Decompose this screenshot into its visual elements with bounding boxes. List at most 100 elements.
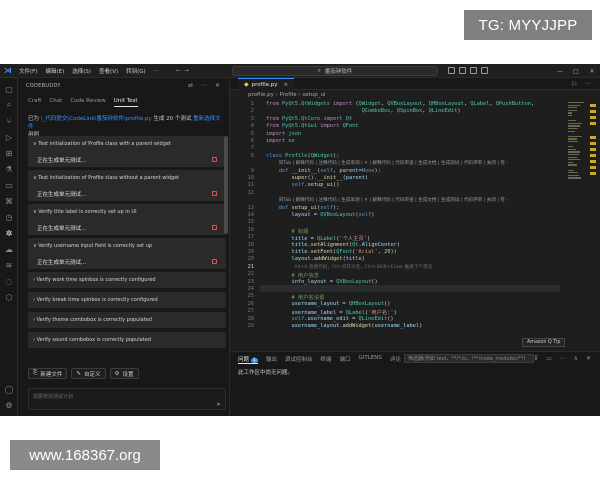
minimize-button[interactable]: — [552, 68, 568, 75]
minimap-line [568, 164, 577, 166]
tab-unit-test[interactable]: Unit Test [113, 98, 138, 107]
files-icon[interactable]: ▢ [0, 82, 18, 96]
send-icon[interactable]: ➤ [216, 401, 221, 408]
customize-layout-icon[interactable] [481, 67, 488, 74]
settings-button[interactable]: ⚙ 设置 [109, 368, 139, 379]
line-number: 20 [247, 256, 254, 263]
back-arrow-icon[interactable]: ← [176, 67, 184, 74]
stop-generation-icon[interactable] [212, 225, 217, 230]
docker-icon[interactable]: ☁ [0, 242, 18, 256]
minimap-line [568, 159, 580, 161]
line-number: 3 [250, 115, 254, 122]
panel-tab-terminal[interactable]: 终端 [320, 355, 331, 364]
close-window-button[interactable]: ✕ [584, 68, 600, 75]
test-case-card[interactable]: › Verify theme combobox is correctly pop… [28, 312, 226, 328]
test-case-card[interactable]: › Verify sound combobox is correctly pop… [28, 332, 226, 348]
panel-tab-gitlens[interactable]: GITLENS [358, 355, 381, 364]
line-number: 13 [247, 204, 254, 211]
stop-generation-icon[interactable] [212, 157, 217, 162]
panel-tab-debug-console[interactable]: 调试控制台 [285, 355, 313, 364]
line-code: class Profile(QWidget): [266, 152, 340, 159]
toggle-panel-icon[interactable] [459, 67, 466, 74]
account-icon[interactable]: ◯ [0, 382, 18, 396]
source-control-icon[interactable]: ⑂ [0, 114, 18, 128]
sidebar-actions: ⎘ 新建文件 ✎ 自定义 ⚙ 设置 [28, 368, 139, 379]
screenshot-stage: TG: MYYJJPP ⋊ 文件(F) 编辑(E) 选择(S) 查看(V) 转到… [0, 0, 600, 480]
code-line: 同Tab | 解释代码 | 注释代码 | 生成单测 | ✕ | 解释代码 | 代… [230, 160, 570, 167]
test-flask-icon[interactable]: ⚗ [0, 162, 18, 176]
overview-ruler-mark [590, 116, 596, 119]
menu-bar: 文件(F) 编辑(E) 选择(S) 查看(V) 转到(G) … [16, 67, 162, 75]
minimap[interactable] [568, 102, 586, 352]
remote-explorer-icon[interactable]: ▭ [0, 178, 18, 192]
settings-gear-icon[interactable]: ⚙ [0, 398, 18, 412]
codebuddy-icon[interactable]: ✲ [0, 226, 18, 240]
chat-icon[interactable]: ◌ [0, 274, 18, 288]
telegram-watermark: TG: MYYJJPP [464, 10, 592, 40]
panel-tab-ports[interactable]: 端口 [339, 355, 350, 364]
stop-generation-icon[interactable] [212, 191, 217, 196]
new-file-button[interactable]: ⎘ 新建文件 [28, 368, 68, 379]
test-case-card[interactable]: ∨ Verify title label is correctly set up… [28, 204, 226, 235]
forward-arrow-icon[interactable]: → [184, 67, 192, 74]
editor-area: ◆ profile.py × ▷ ⋯ profile.py › Profile … [230, 78, 600, 416]
stop-generation-icon[interactable] [212, 259, 217, 264]
line-number: 18 [247, 241, 254, 248]
timeline-icon[interactable]: ◷ [0, 210, 18, 224]
toggle-secondary-sidebar-icon[interactable] [470, 67, 477, 74]
test-case-card[interactable]: › Verify work time spinbox is correctly … [28, 272, 226, 288]
command-center-search[interactable]: ⌕ 番茄钟软件 [232, 66, 438, 76]
editor-tab-profile[interactable]: ◆ profile.py × [238, 78, 295, 90]
minimap-line [568, 109, 577, 111]
menu-view[interactable]: 查看(V) [96, 67, 121, 75]
sidebar-header-icons[interactable]: ⇄ ⋯ ✕ [188, 82, 223, 89]
menu-edit[interactable]: 编辑(E) [42, 67, 67, 75]
toggle-sidebar-icon[interactable] [448, 67, 455, 74]
test-list-scrollbar[interactable] [224, 136, 228, 234]
problems-filter-input[interactable]: 筛选器(例如 text、**/*.ts、!**/node_modules/**) [404, 354, 534, 363]
line-number: 16 [247, 226, 254, 233]
editor-tab-bar: ◆ profile.py × ▷ ⋯ [230, 78, 600, 90]
graph-icon[interactable]: ⌘ [0, 194, 18, 208]
target-file-link[interactable]: \_代码提交\CodeLink\番茄钟软件\profile.py [41, 116, 152, 122]
code-line: 1 from PyQt5.QtWidgets import (QWidget, Q… [230, 101, 570, 108]
search-activity-icon[interactable]: ⌕ [0, 98, 18, 112]
panel-tab-problems[interactable]: 问题 1 [238, 355, 258, 364]
menu-selection[interactable]: 选择(S) [69, 67, 94, 75]
test-case-card[interactable]: ∨ Verify username input field is correct… [28, 238, 226, 269]
test-case-card[interactable]: ∨ Test initialization of Profile class w… [28, 136, 226, 167]
tab-craft[interactable]: Craft [28, 98, 41, 107]
panel-tab-output[interactable]: 输出 [266, 355, 277, 364]
close-tab-icon[interactable]: × [284, 82, 289, 88]
tab-code-review[interactable]: Code Review [70, 98, 105, 107]
line-number: 27 [247, 308, 254, 315]
panel-toolbar[interactable]: ⊽ ▭ ⋯ ∧ ✕ [534, 355, 594, 362]
database-icon[interactable]: ≋ [0, 258, 18, 272]
amazon-q-tip[interactable]: Amazon Q Tip [522, 338, 566, 347]
breadcrumb[interactable]: profile.py › Profile › setup_ui [248, 92, 326, 98]
customize-button[interactable]: ✎ 自定义 [71, 368, 106, 379]
code-line: 12 [230, 190, 570, 197]
hexagon-icon[interactable]: ⬡ [0, 290, 18, 304]
maximize-button[interactable]: □ [568, 68, 584, 75]
overview-ruler[interactable] [590, 102, 596, 352]
menu-file[interactable]: 文件(F) [16, 67, 40, 75]
code-editor[interactable]: 1 from PyQt5.QtWidgets import (QWidget, Q… [230, 101, 570, 351]
minimap-line [568, 156, 577, 158]
overview-ruler-mark [590, 172, 596, 175]
editor-tab-tools[interactable]: ▷ ⋯ [572, 80, 594, 87]
test-case-card[interactable]: › Verify break time spinbox is correctly… [28, 292, 226, 308]
test-plan-input[interactable]: 需要修改测试计划 ➤ [28, 388, 226, 410]
menu-more[interactable]: … [151, 67, 163, 75]
tab-chat[interactable]: Chat [49, 98, 62, 107]
website-watermark: www.168367.org [10, 440, 160, 470]
run-debug-icon[interactable]: ▷ [0, 130, 18, 144]
nav-arrows[interactable]: ←→ [176, 67, 192, 74]
code-line: 26 username_layout = QHBoxLayout() [230, 301, 570, 308]
extensions-icon[interactable]: ⊞ [0, 146, 18, 160]
minimap-line [568, 107, 577, 109]
info-prefix: 已为 [28, 116, 41, 122]
menu-go[interactable]: 转到(G) [123, 67, 149, 75]
test-case-card[interactable]: ∨ Test initialization of Profile class w… [28, 170, 226, 201]
panel-tab-comments[interactable]: 评论 [390, 355, 401, 364]
